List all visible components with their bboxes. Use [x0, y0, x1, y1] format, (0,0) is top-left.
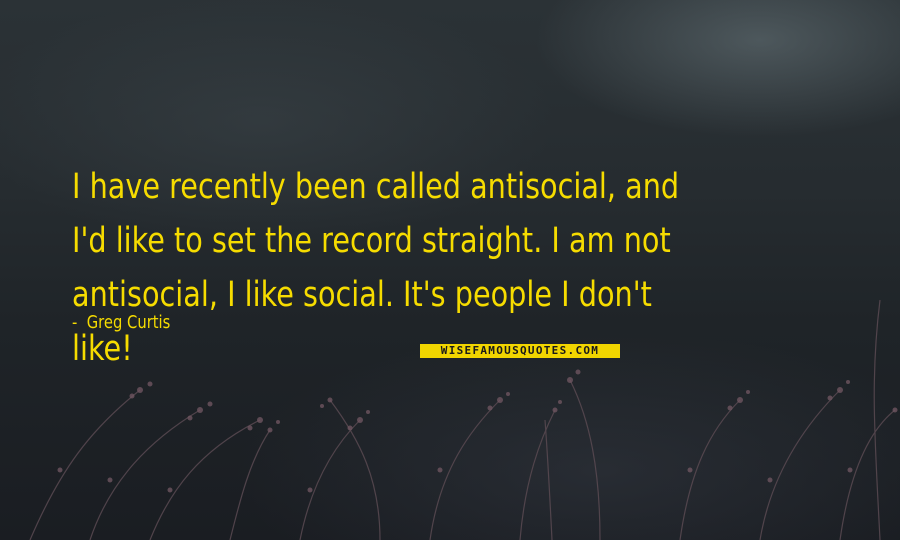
quote-image: I have recently been called antisocial, …	[0, 0, 900, 540]
author-name: Greg Curtis	[86, 312, 171, 333]
watermark-logo: WISEFAMOUSQUOTES.COM	[420, 344, 620, 358]
quote-author: - Greg Curtis	[72, 312, 171, 333]
watermark-text: WISEFAMOUSQUOTES.COM	[440, 344, 600, 357]
